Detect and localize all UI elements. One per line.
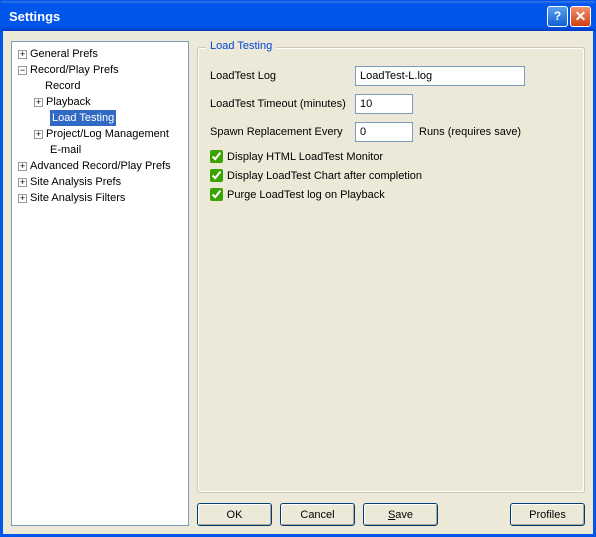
spawn-input[interactable] (355, 122, 413, 142)
group-title: Load Testing (206, 40, 276, 52)
tree-label: Project/Log Management (46, 126, 169, 142)
settings-window: Settings ? ✕ + General Prefs − Record/Pl… (0, 0, 596, 537)
load-testing-group: Load Testing LoadTest Log LoadTest Timeo… (197, 47, 585, 493)
spawn-label: Spawn Replacement Every (210, 126, 355, 138)
button-row: OK Cancel Save Profiles (197, 493, 585, 526)
expand-icon[interactable]: + (18, 194, 27, 203)
tree-item-advanced-prefs[interactable]: + Advanced Record/Play Prefs (14, 158, 186, 174)
row-cb-chart: Display LoadTest Chart after completion (210, 169, 572, 182)
tree-item-email[interactable]: E-mail (14, 142, 186, 158)
display-chart-checkbox[interactable] (210, 169, 223, 182)
tree-label: Site Analysis Prefs (30, 174, 121, 190)
tree-item-project-log[interactable]: + Project/Log Management (14, 126, 186, 142)
profiles-button[interactable]: Profiles (510, 503, 585, 526)
expand-icon[interactable]: + (34, 130, 43, 139)
purge-log-label: Purge LoadTest log on Playback (227, 189, 385, 201)
titlebar: Settings ? ✕ (1, 1, 595, 31)
row-loadtest-timeout: LoadTest Timeout (minutes) (210, 94, 572, 114)
window-title: Settings (9, 9, 545, 24)
tree-item-general-prefs[interactable]: + General Prefs (14, 46, 186, 62)
purge-log-checkbox[interactable] (210, 188, 223, 201)
loadtest-log-input[interactable] (355, 66, 525, 86)
right-panel: Load Testing LoadTest Log LoadTest Timeo… (197, 41, 585, 526)
display-chart-label: Display LoadTest Chart after completion (227, 170, 422, 182)
tree-label: Record (45, 78, 80, 94)
expand-icon[interactable]: + (18, 162, 27, 171)
close-button[interactable]: ✕ (570, 6, 591, 27)
tree-label: Site Analysis Filters (30, 190, 125, 206)
row-loadtest-log: LoadTest Log (210, 66, 572, 86)
tree-label: Record/Play Prefs (30, 62, 119, 78)
row-cb-purge: Purge LoadTest log on Playback (210, 188, 572, 201)
expand-icon[interactable]: + (34, 98, 43, 107)
row-spawn: Spawn Replacement Every Runs (requires s… (210, 122, 572, 142)
expand-icon[interactable]: + (18, 50, 27, 59)
tree-label: Advanced Record/Play Prefs (30, 158, 171, 174)
expand-icon[interactable]: + (18, 178, 27, 187)
collapse-icon[interactable]: − (18, 66, 27, 75)
tree-label: General Prefs (30, 46, 98, 62)
tree-label-selected: Load Testing (50, 110, 116, 126)
tree-item-playback[interactable]: + Playback (14, 94, 186, 110)
cancel-button[interactable]: Cancel (280, 503, 355, 526)
tree-item-record[interactable]: Record (14, 78, 186, 94)
display-monitor-label: Display HTML LoadTest Monitor (227, 151, 383, 163)
save-button[interactable]: Save (363, 503, 438, 526)
nav-tree[interactable]: + General Prefs − Record/Play Prefs Reco… (11, 41, 189, 526)
loadtest-log-label: LoadTest Log (210, 70, 355, 82)
display-monitor-checkbox[interactable] (210, 150, 223, 163)
help-button[interactable]: ? (547, 6, 568, 27)
tree-label: E-mail (50, 142, 81, 158)
loadtest-timeout-label: LoadTest Timeout (minutes) (210, 98, 355, 110)
loadtest-timeout-input[interactable] (355, 94, 413, 114)
content-area: + General Prefs − Record/Play Prefs Reco… (1, 31, 595, 536)
row-cb-monitor: Display HTML LoadTest Monitor (210, 150, 572, 163)
close-icon: ✕ (575, 8, 587, 25)
tree-item-record-play-prefs[interactable]: − Record/Play Prefs (14, 62, 186, 78)
ok-button[interactable]: OK (197, 503, 272, 526)
spawn-suffix: Runs (requires save) (419, 126, 521, 138)
tree-label: Playback (46, 94, 91, 110)
tree-item-site-analysis-prefs[interactable]: + Site Analysis Prefs (14, 174, 186, 190)
tree-item-site-analysis-filters[interactable]: + Site Analysis Filters (14, 190, 186, 206)
tree-item-load-testing[interactable]: Load Testing (14, 110, 186, 126)
